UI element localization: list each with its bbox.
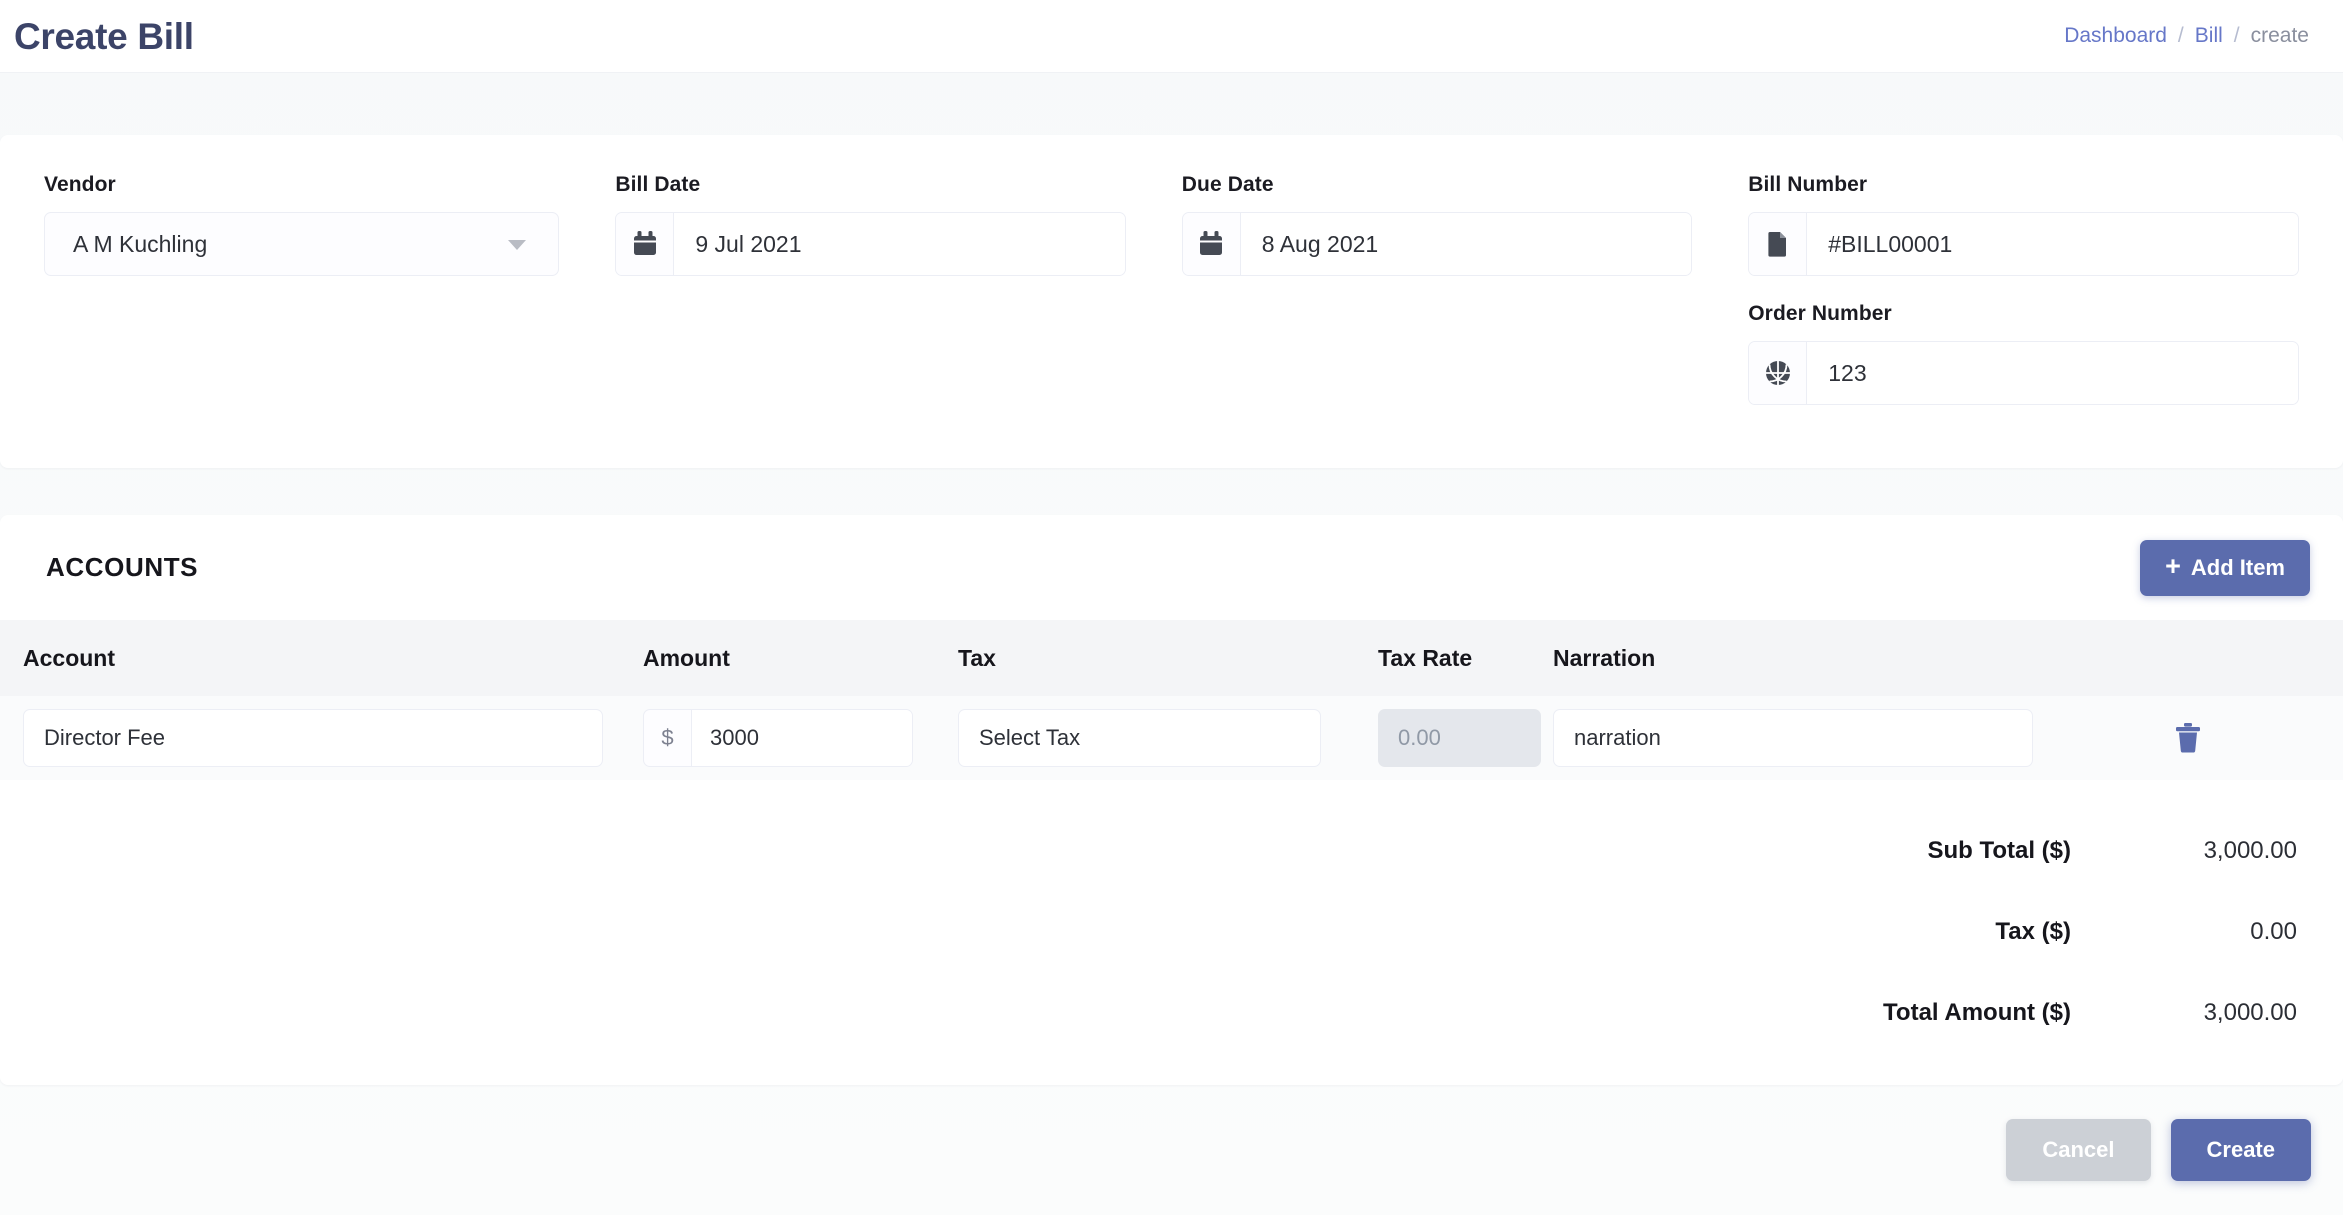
accounts-table-header: Account Amount Tax Tax Rate Narration: [0, 620, 2343, 696]
account-input[interactable]: Director Fee: [23, 709, 603, 767]
breadcrumb: Dashboard / Bill / create: [2064, 24, 2309, 48]
accounts-header: ACCOUNTS + Add Item: [0, 515, 2343, 620]
narration-input[interactable]: narration: [1553, 709, 2033, 767]
form-actions: Cancel Create: [0, 1085, 2343, 1215]
document-icon: [1749, 213, 1808, 275]
tax-total-value: 0.00: [2250, 917, 2297, 945]
calendar-icon: [616, 213, 675, 275]
add-item-label: Add Item: [2190, 554, 2285, 580]
trash-icon: [2175, 723, 2201, 756]
due-date-value[interactable]: 8 Aug 2021: [1240, 213, 1692, 275]
breadcrumb-separator: /: [2233, 24, 2240, 47]
currency-symbol: $: [644, 710, 692, 766]
basketball-icon: [1749, 342, 1808, 404]
create-button[interactable]: Create: [2170, 1119, 2311, 1181]
due-date-field[interactable]: 8 Aug 2021: [1181, 212, 1693, 276]
vendor-select[interactable]: A M Kuchling: [44, 212, 560, 276]
order-number-label: Order Number: [1748, 302, 1892, 325]
due-date-field-group: Due Date 8 Aug 2021: [1181, 173, 1748, 405]
breadcrumb-item-create: create: [2250, 24, 2309, 47]
create-bill-page: Create Bill Dashboard / Bill / create Ve…: [0, 0, 2343, 1215]
column-header-tax: Tax: [958, 644, 996, 671]
bill-date-value[interactable]: 9 Jul 2021: [674, 213, 1125, 275]
due-date-label: Due Date: [1181, 173, 1274, 196]
order-number-field-group: Order Number 123: [1748, 302, 2299, 405]
total-amount-value: 3,000.00: [2203, 998, 2297, 1026]
table-row: Director Fee $ 3000 Select Tax 0.00 narr…: [0, 696, 2343, 780]
subtotal-value: 3,000.00: [2203, 836, 2297, 864]
calendar-icon: [1182, 213, 1241, 275]
breadcrumb-item-bill[interactable]: Bill: [2195, 24, 2223, 48]
total-amount-row: Total Amount ($) 3,000.00: [0, 972, 2297, 1053]
bill-date-label: Bill Date: [615, 173, 701, 196]
cancel-button[interactable]: Cancel: [2006, 1119, 2151, 1181]
tax-rate-input: 0.00: [1378, 709, 1541, 767]
column-header-tax-rate: Tax Rate: [1378, 644, 1473, 671]
number-fields-group: Bill Number #BILL00001 Order Number 123: [1748, 173, 2299, 405]
bill-number-label: Bill Number: [1748, 173, 1868, 196]
column-header-account: Account: [23, 644, 115, 671]
cell-account: Director Fee: [23, 709, 643, 767]
amount-input[interactable]: 3000: [692, 710, 912, 766]
vendor-label: Vendor: [44, 173, 116, 196]
page-title: Create Bill: [14, 15, 194, 57]
bill-details-form: Vendor A M Kuchling Bill Date 9 Jul 2021…: [44, 173, 2299, 405]
subtotal-row: Sub Total ($) 3,000.00: [0, 810, 2297, 891]
bill-number-value[interactable]: #BILL00001: [1807, 213, 2298, 275]
bill-details-card: Vendor A M Kuchling Bill Date 9 Jul 2021…: [0, 135, 2343, 468]
column-header-amount: Amount: [643, 644, 730, 671]
total-amount-label: Total Amount ($): [1883, 998, 2071, 1026]
bill-number-field[interactable]: #BILL00001: [1748, 212, 2299, 276]
accounts-section-title: ACCOUNTS: [46, 552, 199, 582]
bill-date-field-group: Bill Date 9 Jul 2021: [615, 173, 1181, 405]
breadcrumb-item-dashboard[interactable]: Dashboard: [2064, 24, 2167, 48]
bill-date-field[interactable]: 9 Jul 2021: [615, 212, 1126, 276]
delete-row-button[interactable]: [2169, 717, 2207, 759]
cell-actions: [2083, 717, 2343, 759]
add-item-button[interactable]: + Add Item: [2140, 539, 2310, 596]
order-number-field[interactable]: 123: [1748, 341, 2299, 405]
tax-total-label: Tax ($): [1995, 917, 2071, 945]
column-header-narration: Narration: [1553, 644, 1656, 671]
cell-amount: $ 3000: [643, 709, 958, 767]
totals-section: Sub Total ($) 3,000.00 Tax ($) 0.00 Tota…: [0, 780, 2343, 1053]
amount-input-group: $ 3000: [643, 709, 913, 767]
order-number-value[interactable]: 123: [1807, 342, 2298, 404]
tax-total-row: Tax ($) 0.00: [0, 891, 2297, 972]
tax-select[interactable]: Select Tax: [958, 709, 1321, 767]
vendor-value: A M Kuchling: [73, 230, 208, 257]
page-header: Create Bill Dashboard / Bill / create: [0, 0, 2343, 73]
cell-tax-rate: 0.00: [1378, 709, 1553, 767]
vendor-field-group: Vendor A M Kuchling: [44, 173, 615, 405]
breadcrumb-separator: /: [2177, 24, 2184, 47]
accounts-card: ACCOUNTS + Add Item Account Amount Tax T…: [0, 515, 2343, 1085]
cell-tax: Select Tax: [958, 709, 1378, 767]
chevron-down-icon: [508, 240, 527, 250]
plus-icon: +: [2165, 551, 2181, 581]
cell-narration: narration: [1553, 709, 2083, 767]
subtotal-label: Sub Total ($): [1927, 836, 2071, 864]
